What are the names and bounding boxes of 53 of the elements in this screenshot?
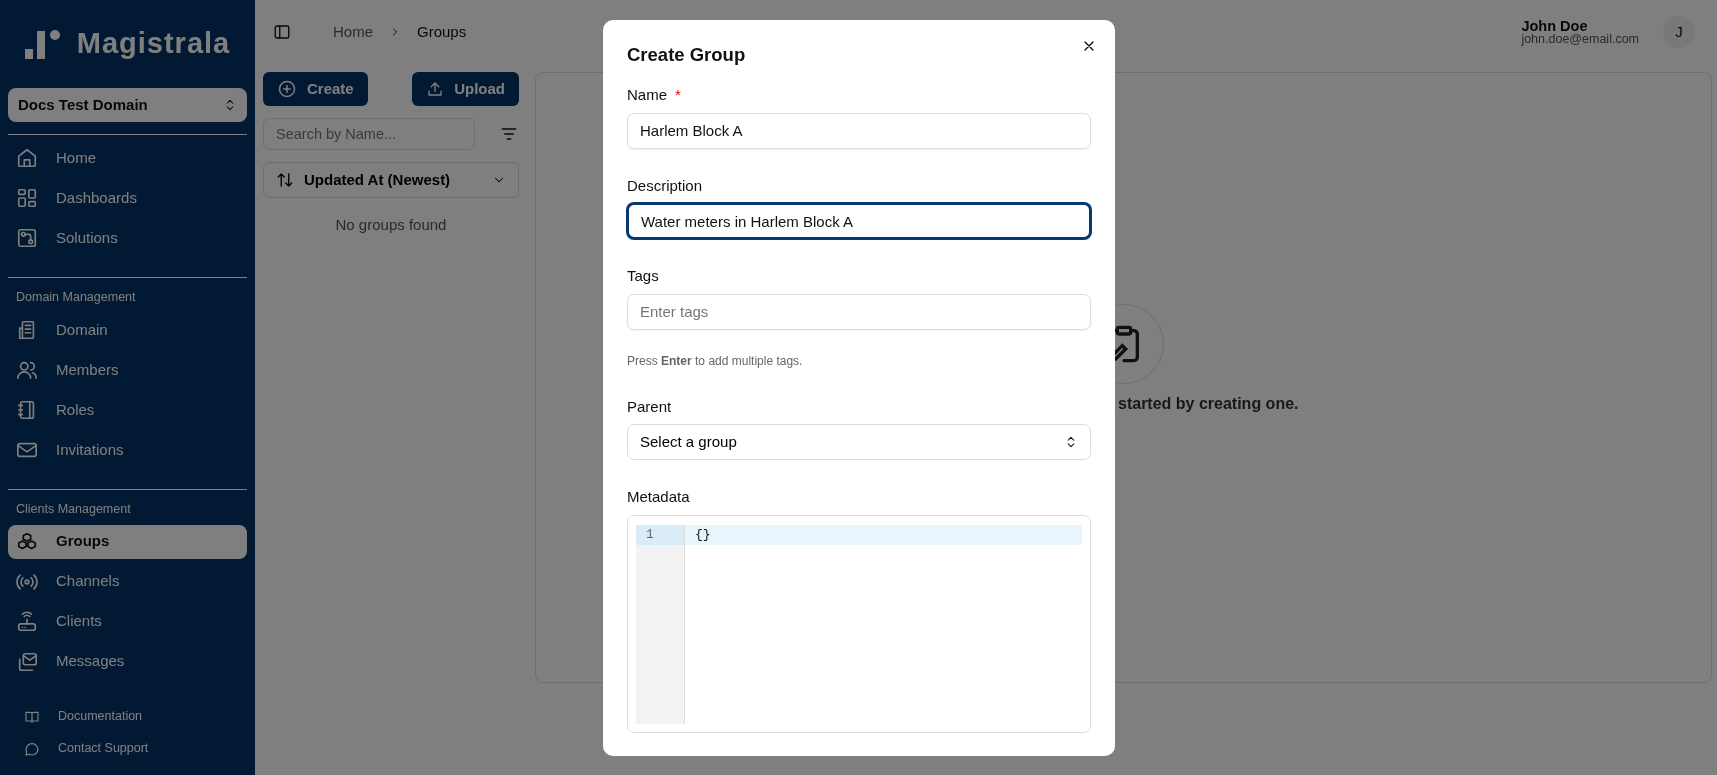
select-dropdown[interactable]: Select a group (627, 424, 1091, 461)
sidebar-item[interactable]: Channels (8, 564, 247, 599)
router-icon (16, 610, 38, 633)
create-button[interactable]: Create (263, 72, 368, 106)
input-field[interactable]: Enter tags (627, 293, 1091, 330)
sidebar-item[interactable]: Invitations (8, 432, 247, 467)
field-label: Description (627, 175, 703, 196)
empty-message: started by creating one. (1118, 393, 1300, 414)
domain-selector[interactable]: Docs Test Domain (8, 88, 247, 122)
sort-icon (276, 171, 294, 189)
code-editor[interactable]: 1 {} (627, 514, 1091, 733)
input-field[interactable]: Water meters in Harlem Block A (627, 203, 1091, 240)
required-marker: * (675, 85, 681, 106)
sidebar-item[interactable]: Members (8, 352, 247, 387)
field-label: Metadata (627, 487, 690, 508)
field-label: Name (627, 85, 667, 106)
home-icon (16, 147, 38, 169)
plus-circle-icon (277, 79, 297, 99)
sort-dropdown[interactable]: Updated At (Newest) (263, 162, 519, 198)
empty-message: No groups found (334, 215, 448, 235)
dialog-title: Create Group (627, 44, 746, 67)
breadcrumb-item[interactable]: Home (333, 20, 373, 44)
sidebar-item[interactable]: Solutions (8, 221, 247, 255)
logo-text: Magistrala (76, 26, 231, 62)
line-number: 1 (636, 524, 684, 545)
user-name: John Doe (1521, 18, 1589, 33)
sidebar-item[interactable]: Roles (8, 392, 247, 427)
domain-name: Docs Test Domain (18, 94, 148, 115)
hint-text: Press Enter to add multiple tags. (627, 352, 804, 370)
messages-icon (16, 650, 38, 673)
section-heading: Clients Management (15, 500, 132, 518)
user-avatar[interactable]: J (1663, 16, 1695, 48)
chat-icon (24, 740, 40, 757)
sidebar-link[interactable]: Documentation (8, 700, 247, 733)
sidebar-link[interactable]: Contact Support (8, 732, 247, 765)
search-field[interactable]: Search by Name... (263, 118, 475, 150)
sidebar-item[interactable]: Dashboards (8, 181, 247, 215)
field-label: Tags (627, 266, 659, 287)
field-label: Parent (627, 396, 672, 417)
upload-button[interactable]: Upload (412, 72, 519, 106)
input-field[interactable]: Harlem Block A (627, 112, 1091, 149)
sidebar-item[interactable]: Domain (8, 312, 247, 347)
grid-icon (16, 187, 38, 209)
sidebar-item[interactable]: Home (8, 141, 247, 175)
breadcrumb-item: Groups (417, 21, 467, 42)
user-email: john.doe@email.com (1521, 33, 1639, 46)
sidebar-toggle-icon[interactable] (273, 23, 291, 41)
section-heading: Domain Management (15, 289, 137, 306)
flow-icon (16, 227, 38, 249)
sidebar-item[interactable]: Groups (8, 524, 247, 559)
sidebar-item[interactable]: Messages (8, 644, 247, 679)
upload-icon (426, 80, 445, 98)
sidebar-item[interactable]: Clients (8, 604, 247, 639)
